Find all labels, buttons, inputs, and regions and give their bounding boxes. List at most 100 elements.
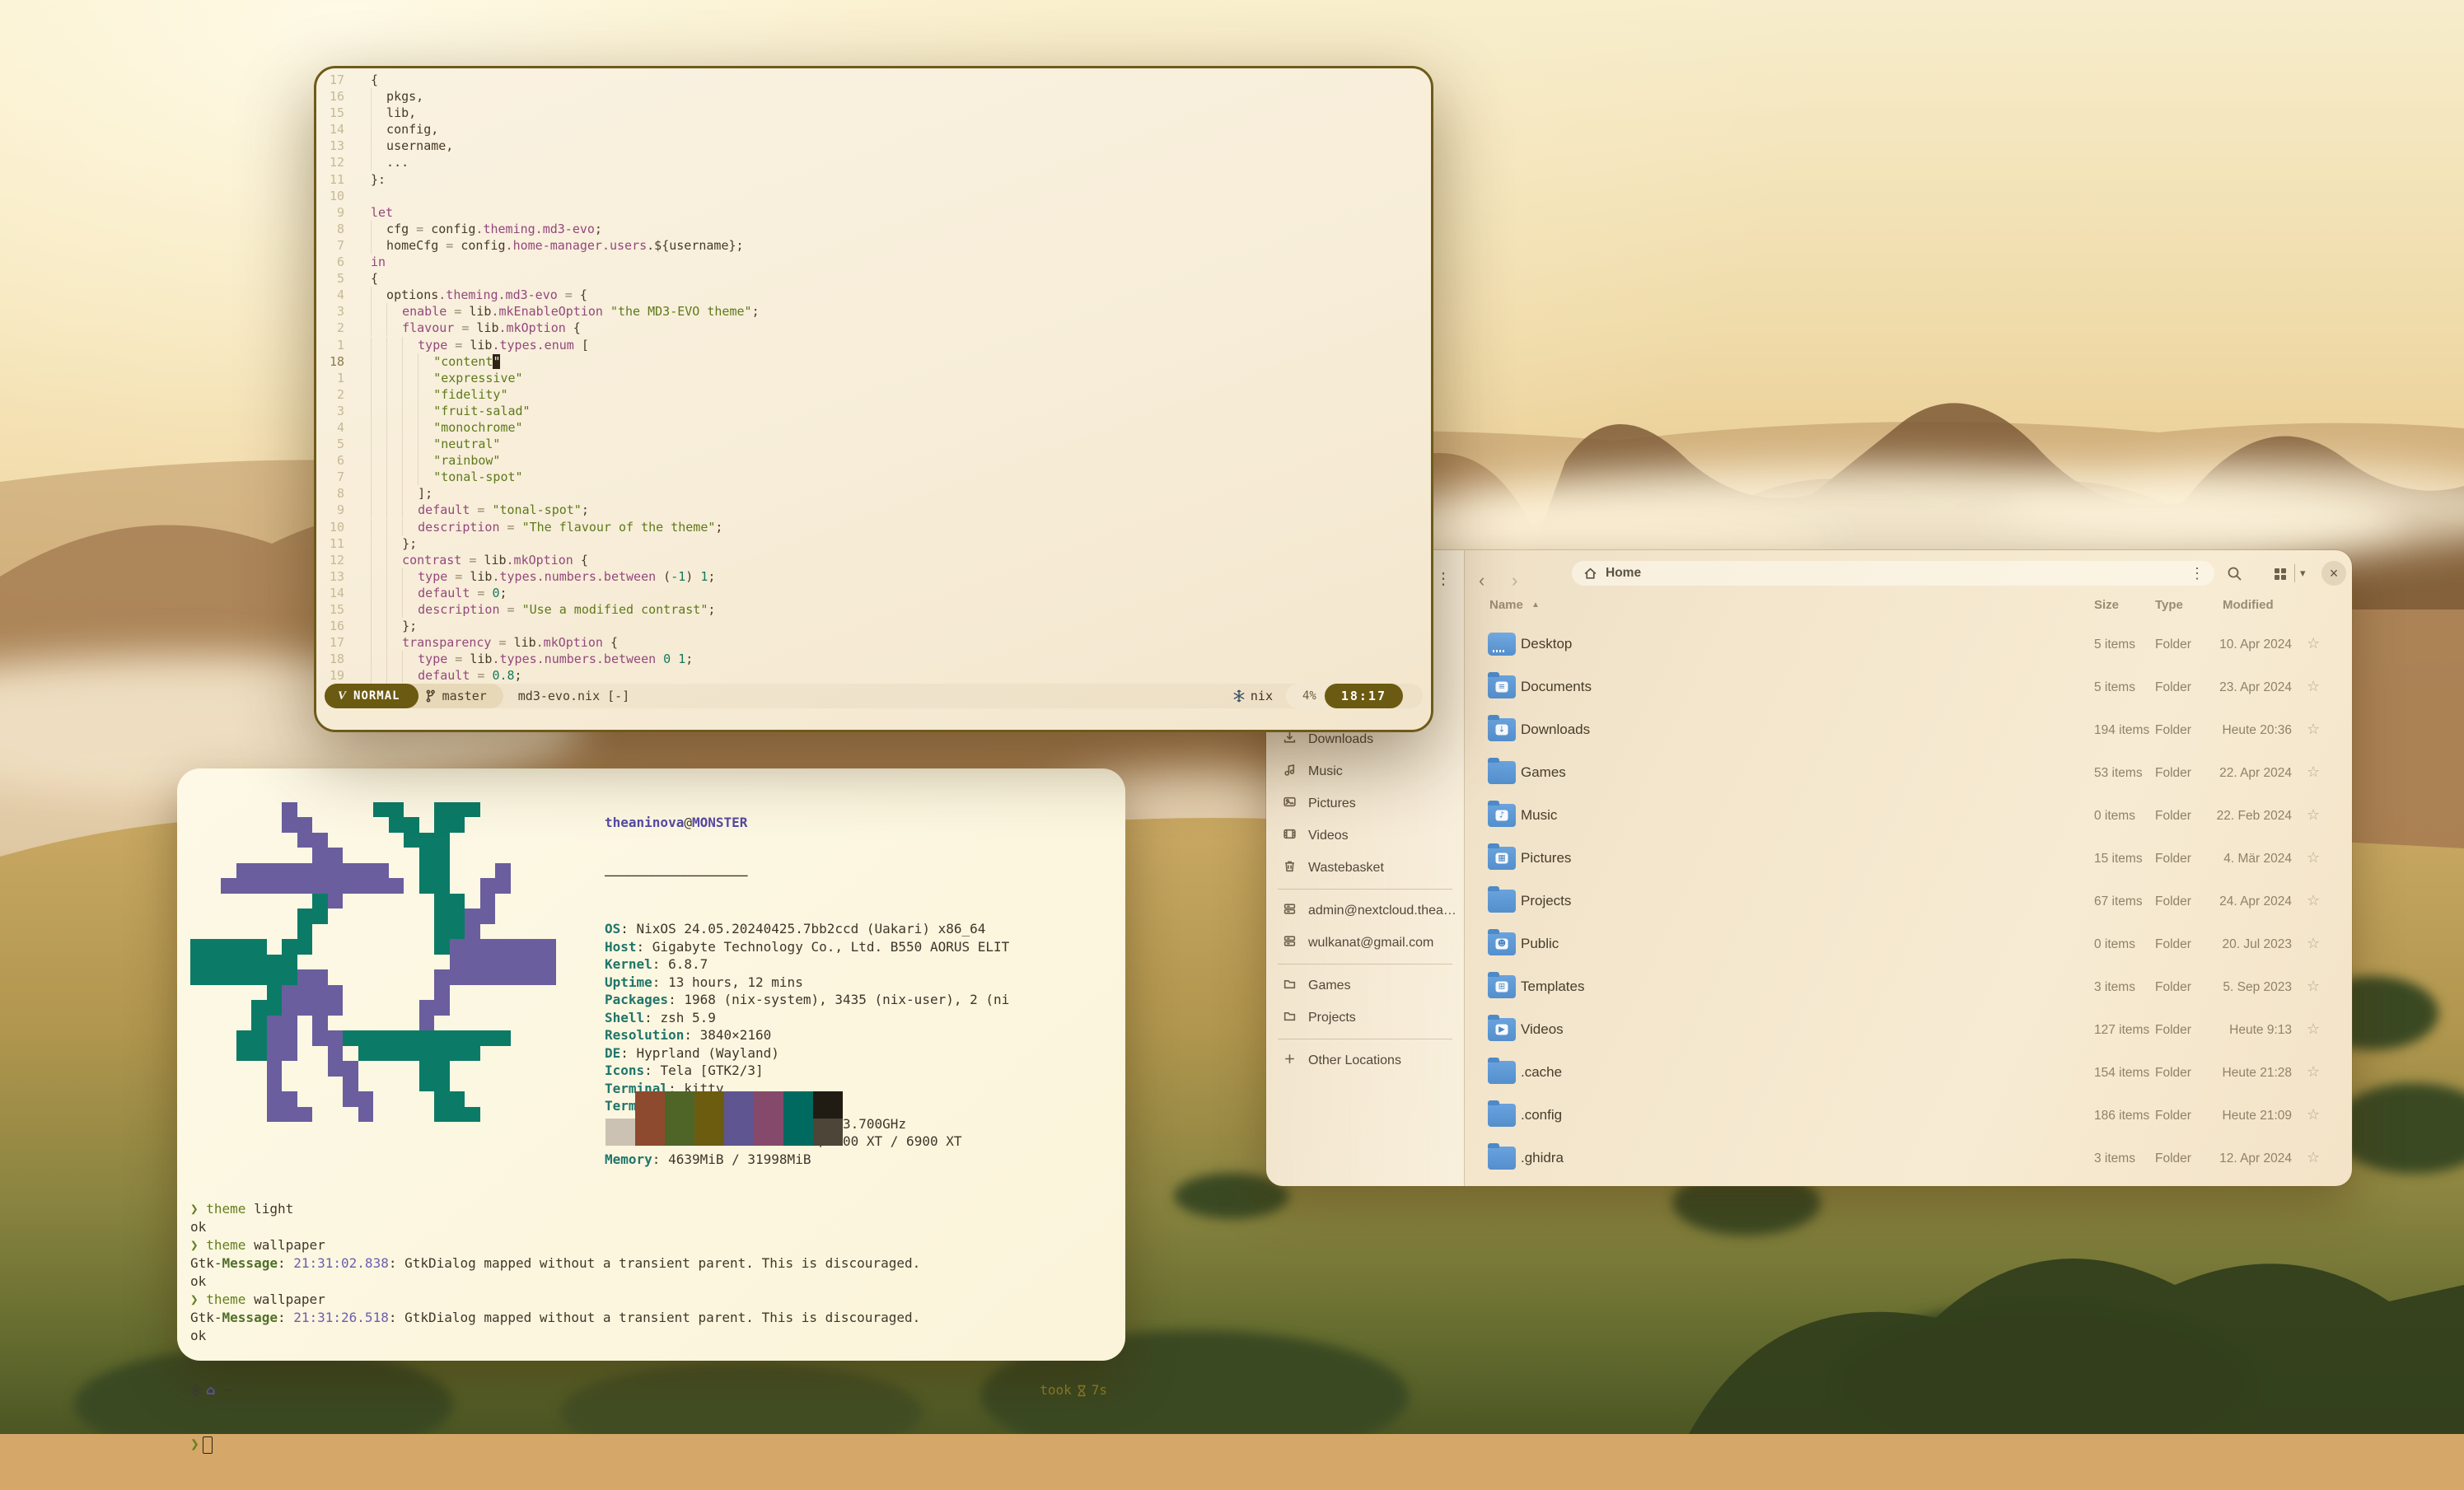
code-line[interactable]: 2flavour = lib.mkOption { (316, 320, 1426, 336)
search-button[interactable] (2227, 566, 2242, 586)
file-row[interactable]: .ghidra3 itemsFolder12. Apr 2024☆ (1266, 1137, 2352, 1180)
code-line[interactable]: 8]; (316, 485, 1426, 502)
code-token: { (371, 72, 378, 87)
terminal-text: 21:31:26.518 (293, 1310, 389, 1325)
file-row[interactable]: ♪Music0 itemsFolder22. Feb 2024☆ (1266, 795, 2352, 838)
grid-view-button[interactable] (2275, 568, 2286, 580)
file-row[interactable]: .config186 itemsFolderHeute 21:09☆ (1266, 1095, 2352, 1137)
logo-pixel (251, 939, 267, 955)
code-line[interactable]: 17transparency = lib.mkOption { (316, 634, 1426, 651)
code-line[interactable]: 16pkgs, (316, 88, 1426, 105)
code-line[interactable]: 5{ (316, 270, 1426, 287)
code-line[interactable]: 3enable = lib.mkEnableOption "the MD3-EV… (316, 303, 1426, 320)
column-header-modified[interactable]: Modified (2223, 598, 2274, 612)
star-icon[interactable]: ☆ (2307, 978, 2320, 995)
star-icon[interactable]: ☆ (2307, 806, 2320, 824)
file-row[interactable]: ☻Public0 itemsFolder20. Jul 2023☆ (1266, 923, 2352, 966)
forward-button[interactable]: › (1512, 570, 1517, 591)
star-icon[interactable]: ☆ (2307, 935, 2320, 952)
code-text: { (354, 72, 378, 88)
logo-pixel (251, 1046, 267, 1062)
star-icon[interactable]: ☆ (2307, 1106, 2320, 1123)
file-name: Pictures (1521, 850, 1571, 866)
file-name: Documents (1521, 679, 1592, 695)
path-bar[interactable]: Home ⋮ (1572, 561, 2214, 586)
code-line[interactable]: 11}; (316, 535, 1426, 552)
star-icon[interactable]: ☆ (2307, 678, 2320, 695)
logo-pixel (251, 1077, 267, 1092)
star-icon[interactable]: ☆ (2307, 764, 2320, 781)
code-line[interactable]: 12... (316, 154, 1426, 170)
code-line[interactable]: 6in (316, 254, 1426, 270)
star-icon[interactable]: ☆ (2307, 892, 2320, 909)
sidebar-menu-icon[interactable]: ⋮ (1435, 568, 1452, 589)
logo-pixel (358, 1016, 374, 1031)
code-line[interactable]: 9let (316, 204, 1426, 221)
code-line[interactable]: 10description = "The flavour of the them… (316, 519, 1426, 535)
code-line[interactable]: 1"expressive" (316, 370, 1426, 386)
folder-icon: ⊞ (1488, 975, 1516, 998)
code-line[interactable]: 15description = "Use a modified contrast… (316, 601, 1426, 618)
code-line[interactable]: 7homeCfg = config.home-manager.users.${u… (316, 237, 1426, 254)
code-line[interactable]: 4options.theming.md3-evo = { (316, 287, 1426, 303)
column-header-name[interactable]: Name (1489, 598, 1523, 612)
editor-window[interactable]: 17{16pkgs,15lib,14config,13username,12..… (314, 66, 1433, 732)
code-line[interactable]: 18"content" (316, 353, 1426, 370)
code-line[interactable]: 6"rainbow" (316, 452, 1426, 469)
code-line[interactable]: 18type = lib.types.numbers.between 0 1; (316, 651, 1426, 667)
code-line[interactable]: 12contrast = lib.mkOption { (316, 552, 1426, 568)
code-line[interactable]: 7"tonal-spot" (316, 469, 1426, 485)
fetch-colon: : (637, 939, 652, 955)
code-line[interactable]: 9default = "tonal-spot"; (316, 502, 1426, 518)
indent-guide (386, 535, 402, 552)
code-line[interactable]: 10 (316, 188, 1426, 204)
star-icon[interactable]: ☆ (2307, 849, 2320, 866)
code-token: lib (470, 652, 492, 666)
code-line[interactable]: 16}; (316, 618, 1426, 634)
code-line[interactable]: 1type = lib.types.enum [ (316, 337, 1426, 353)
star-icon[interactable]: ☆ (2307, 721, 2320, 738)
code-token: = (447, 338, 470, 353)
file-row[interactable]: ▦Pictures15 itemsFolder4. Mär 2024☆ (1266, 838, 2352, 880)
logo-pixel (221, 894, 236, 909)
file-row[interactable]: ▶Videos127 itemsFolderHeute 9:13☆ (1266, 1009, 2352, 1052)
code-text: type = lib.types.enum [ (354, 337, 589, 353)
file-row[interactable]: Projects67 itemsFolder24. Apr 2024☆ (1266, 880, 2352, 923)
code-line[interactable]: 14default = 0; (316, 585, 1426, 601)
code-line[interactable]: 8cfg = config.theming.md3-evo; (316, 221, 1426, 237)
path-menu-icon[interactable]: ⋮ (2190, 565, 2205, 582)
code-line[interactable]: 13username, (316, 138, 1426, 154)
logo-pixel (251, 955, 267, 970)
column-header-type[interactable]: Type (2155, 598, 2183, 612)
logo-pixel (541, 1091, 557, 1107)
code-line[interactable]: 19default = 0.8; (316, 667, 1426, 684)
code-line[interactable]: 14config, (316, 121, 1426, 138)
code-line[interactable]: 17{ (316, 72, 1426, 88)
logo-pixel (511, 894, 526, 909)
code-line[interactable]: 11}: (316, 171, 1426, 188)
code-line[interactable]: 15lib, (316, 105, 1426, 121)
logo-pixel (267, 939, 283, 955)
star-icon[interactable]: ☆ (2307, 1063, 2320, 1081)
code-line[interactable]: 2"fidelity" (316, 386, 1426, 403)
terminal-prompt[interactable]: ❯ (190, 1436, 1107, 1454)
file-row[interactable]: Games53 itemsFolder22. Apr 2024☆ (1266, 752, 2352, 795)
star-icon[interactable]: ☆ (2307, 635, 2320, 652)
palette-swatch (635, 1119, 665, 1146)
column-header-size[interactable]: Size (2094, 598, 2119, 612)
fetch-colon: : (620, 921, 636, 937)
code-text: "content" (354, 353, 500, 370)
star-icon[interactable]: ☆ (2307, 1021, 2320, 1038)
star-icon[interactable]: ☆ (2307, 1149, 2320, 1166)
code-line[interactable]: 4"monochrome" (316, 419, 1426, 436)
terminal-window[interactable]: theaninova@MONSTER ────────────────── OS… (177, 768, 1125, 1361)
code-line[interactable]: 13type = lib.types.numbers.between (-1) … (316, 568, 1426, 585)
file-row[interactable]: .cache154 itemsFolderHeute 21:28☆ (1266, 1052, 2352, 1095)
code-line[interactable]: 3"fruit-salad" (316, 403, 1426, 419)
indent-guide (386, 337, 402, 353)
chevron-down-icon[interactable]: ▾ (2300, 567, 2306, 580)
code-line[interactable]: 5"neutral" (316, 436, 1426, 452)
close-button[interactable]: × (2321, 561, 2346, 586)
back-button[interactable]: ‹ (1479, 570, 1484, 591)
file-row[interactable]: ⊞Templates3 itemsFolder5. Sep 2023☆ (1266, 966, 2352, 1009)
